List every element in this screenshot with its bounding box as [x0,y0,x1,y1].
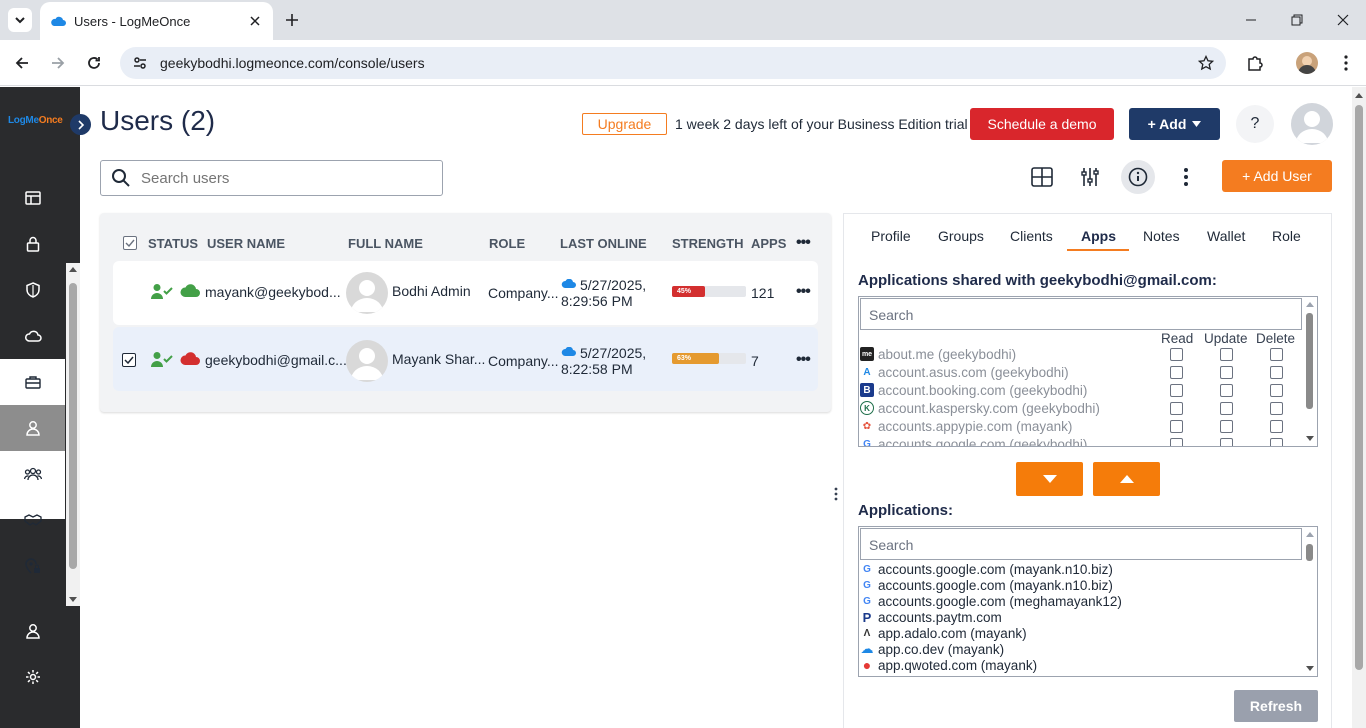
permission-checkbox-read[interactable] [1170,348,1183,361]
permission-checkbox-update[interactable] [1220,384,1233,397]
permission-checkbox-update[interactable] [1220,402,1233,415]
page-scroll-thumb[interactable] [1355,105,1363,670]
app-name: accounts.google.com (mayank.n10.biz) [878,577,1113,593]
handshake-icon [23,514,42,526]
adalo-icon: Λ [863,627,871,639]
sidebar-item-partners[interactable] [0,497,65,543]
cloud-icon: ☁ [860,641,874,656]
permission-checkbox-delete[interactable] [1270,348,1283,361]
refresh-button[interactable]: Refresh [1234,690,1318,722]
permission-checkbox-delete[interactable] [1270,366,1283,379]
permission-checkbox-read[interactable] [1170,366,1183,379]
scroll-down-arrow-icon[interactable] [1306,666,1314,672]
paytm-icon: P [862,609,872,625]
app-name: accounts.paytm.com [878,609,1002,625]
caret-up-icon [1119,475,1134,483]
permission-checkbox-delete[interactable] [1270,438,1283,446]
app-name: app.adalo.com (mayank) [878,625,1027,641]
qwoted-icon: ● [862,657,872,673]
permission-checkbox-read[interactable] [1170,420,1183,433]
permission-checkbox-update[interactable] [1220,366,1233,379]
google-icon: G [863,595,871,607]
move-down-button[interactable] [1016,462,1083,496]
applications-title: Applications: [858,502,954,519]
list-item[interactable]: ● app.qwoted.com (mayank) [860,656,1037,674]
permission-checkbox-read[interactable] [1170,384,1183,397]
users-group-icon [23,467,42,481]
profile-icon [25,624,40,639]
settings-icon [25,670,40,684]
app-name: app.qwoted.com (mayank) [878,657,1038,673]
panel-resize-handle-icon[interactable] [834,487,838,501]
sidebar-item-profile[interactable] [0,608,65,654]
permission-checkbox-update[interactable] [1220,348,1233,361]
scroll-up-arrow-icon[interactable] [1306,531,1314,537]
sidebar-item-geo-lock[interactable] [0,543,65,589]
sidebar-item-settings[interactable] [0,654,65,700]
caret-down-icon [1042,475,1057,483]
permission-checkbox-read[interactable] [1170,438,1183,446]
app-name: app.co.dev (mayank) [878,641,1005,657]
scroll-up-arrow-icon[interactable] [1355,92,1363,98]
applications-scroll-thumb[interactable] [1306,544,1313,561]
permission-checkbox-delete[interactable] [1270,420,1283,433]
google-icon: G [863,563,871,575]
applications-search[interactable]: Search [860,528,1302,560]
permission-checkbox-delete[interactable] [1270,384,1283,397]
permission-checkboxes [0,0,1366,446]
applications-list[interactable]: Search Gaccounts.google.com (mayank.n10.… [858,526,1318,677]
scroll-down-arrow-icon[interactable] [69,597,77,603]
permission-checkbox-update[interactable] [1220,420,1233,433]
permission-checkbox-delete[interactable] [1270,402,1283,415]
app-name: accounts.google.com (meghamayank12) [878,593,1122,609]
sidebar-expand-button[interactable] [70,114,91,135]
chevron-right-icon [77,119,84,130]
page-scrollbar[interactable] [1352,87,1366,728]
location-lock-icon [24,558,40,574]
sidebar-item-groups[interactable] [0,451,65,497]
google-icon: G [863,579,871,591]
move-up-button[interactable] [1093,462,1160,496]
permission-checkbox-read[interactable] [1170,402,1183,415]
app-name: accounts.google.com (mayank.n10.biz) [878,561,1113,577]
applications-scrollbar[interactable] [1303,527,1317,676]
permission-checkbox-update[interactable] [1220,438,1233,446]
